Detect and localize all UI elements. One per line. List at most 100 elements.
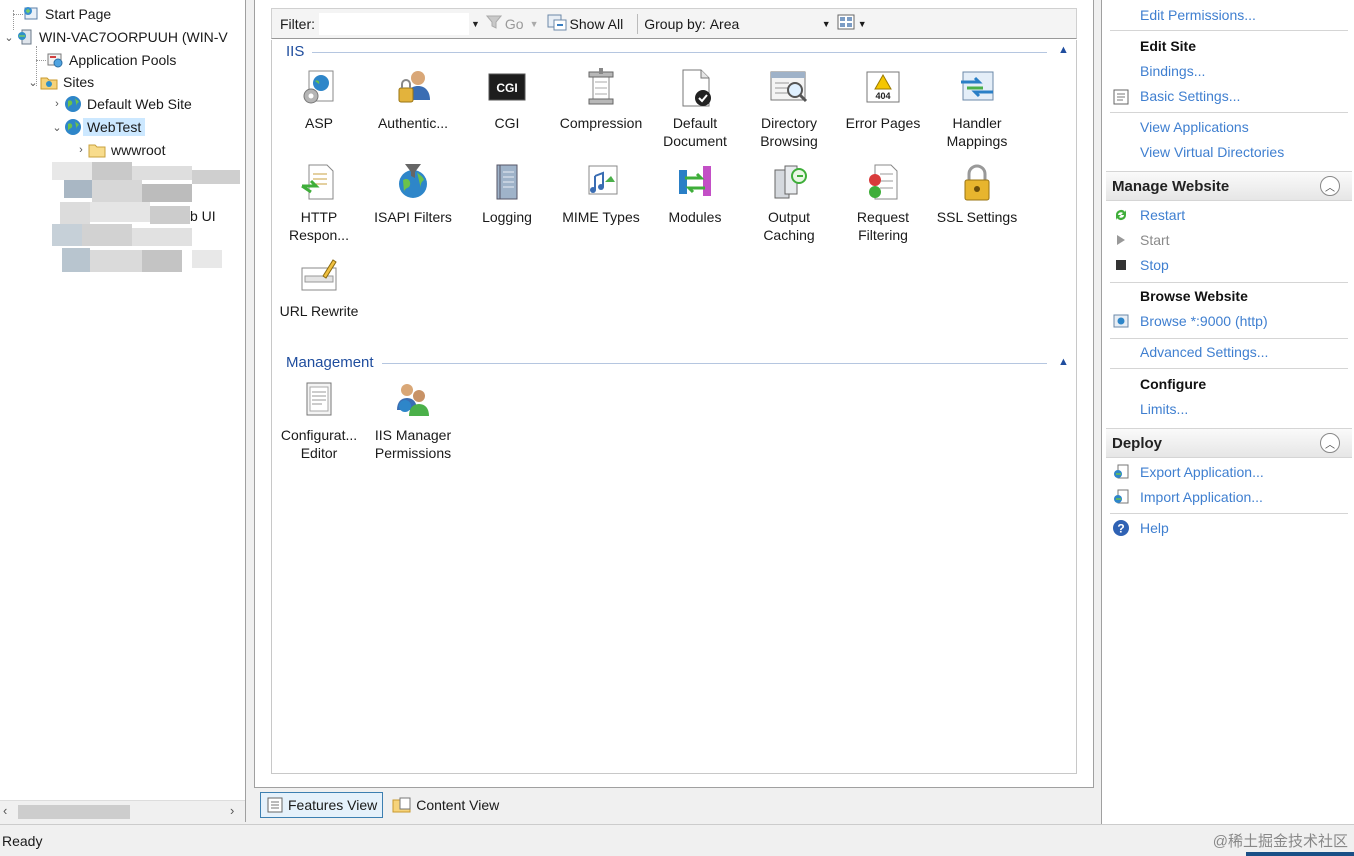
logging-notebook-icon [496,164,518,200]
tree-item-default-site[interactable]: › Default Web Site [50,93,192,115]
features-content: IIS ▲ ASP Authentic... CGI CGI Compressi… [271,40,1077,774]
deploy-header[interactable]: Deploy ︿ [1106,428,1352,458]
feature-mime-types[interactable]: MIME Types [554,162,648,226]
stop-link[interactable]: Stop [1140,257,1169,273]
connections-tree[interactable]: Start Page ⌄ WIN-VAC7OORPUUH (WIN-V Appl… [0,0,246,822]
status-bar: Ready @稀土掘金技术社区 [0,824,1354,856]
feature-cgi[interactable]: CGI CGI [460,68,554,132]
collapse-caret-icon[interactable]: ▲ [1058,356,1069,368]
go-button[interactable]: Go ▼ [485,15,539,32]
bindings-link[interactable]: Bindings... [1140,63,1205,79]
output-caching-icon [774,165,807,199]
isapi-filter-icon [399,164,427,198]
feature-authentication[interactable]: Authentic... [366,68,460,132]
edit-permissions-link[interactable]: Edit Permissions... [1140,7,1256,23]
view-virtual-directories-link[interactable]: View Virtual Directories [1140,144,1284,160]
feature-directory-browsing[interactable]: Directory Browsing [742,68,836,150]
scrollbar-thumb[interactable] [18,805,130,819]
feature-default-document[interactable]: Default Document [648,68,742,150]
tree-item-webtest[interactable]: ⌄ WebTest [50,116,146,138]
collapse-caret-icon[interactable]: ▲ [1058,44,1069,56]
feature-http-response[interactable]: HTTP Respon... [272,162,366,244]
dropdown-arrow-icon: ▼ [529,18,539,29]
svg-text:?: ? [1117,522,1124,536]
feature-request-filtering[interactable]: Request Filtering [836,162,930,244]
show-all-icon [547,13,567,34]
view-applications-link[interactable]: View Applications [1140,119,1249,135]
restart-link[interactable]: Restart [1140,207,1185,223]
taskbar-edge [1246,852,1354,856]
compression-vise-icon [588,68,614,105]
feature-configuration-editor[interactable]: Configurat... Editor [272,380,366,462]
url-rewrite-icon [301,259,337,291]
tree-item-wwwroot[interactable]: › wwwroot [74,139,165,161]
view-mode-button[interactable]: ▼ [837,14,867,33]
folder-sites-icon [40,73,58,91]
export-application-link[interactable]: Export Application... [1140,464,1264,480]
advanced-settings-link[interactable]: Advanced Settings... [1140,344,1268,360]
filter-input[interactable] [319,12,469,35]
handler-mappings-icon [961,71,994,101]
browse-9000-link[interactable]: Browse *:9000 (http) [1140,313,1268,329]
feature-url-rewrite[interactable]: URL Rewrite [272,256,366,320]
features-pane: Filter: ▼ Go ▼ Show All Group by: Area ▼… [254,0,1094,788]
feature-handler-mappings[interactable]: Handler Mappings [930,68,1024,150]
features-view-icon [267,797,283,813]
feature-error-pages[interactable]: 404 Error Pages [836,68,930,132]
globe-icon [64,95,82,113]
chevron-down-icon[interactable]: ⌄ [50,121,64,134]
show-all-button[interactable]: Show All [547,13,623,34]
stop-square-icon [1112,256,1130,274]
svg-text:CGI: CGI [496,81,517,95]
error-page-404-icon: 404 [866,71,900,103]
default-document-icon [682,69,711,107]
features-view-tab[interactable]: Features View [260,792,384,818]
content-view-tab[interactable]: Content View [387,792,504,818]
feature-logging[interactable]: Logging [460,162,554,226]
svg-text:404: 404 [875,91,890,101]
edit-site-heading: Edit Site [1140,38,1197,54]
restart-icon [1112,206,1130,224]
chevron-down-icon[interactable]: ⌄ [2,31,16,44]
collapse-circle-icon[interactable]: ︿ [1320,433,1340,453]
tree-horizontal-scrollbar[interactable]: ‹ › [0,800,245,822]
tree-item-start-page[interactable]: Start Page [8,3,111,25]
http-response-icon [301,164,334,200]
group-header-iis[interactable]: IIS [286,43,304,60]
chevron-down-icon[interactable]: ⌄ [26,76,40,89]
dropdown-arrow-icon: ▼ [821,18,831,29]
group-header-management[interactable]: Management [286,354,374,371]
tree-item-server[interactable]: ⌄ WIN-VAC7OORPUUH (WIN-V [2,26,227,48]
view-switcher: Features View Content View [254,790,504,820]
feature-compression[interactable]: Compression [554,68,648,132]
limits-link[interactable]: Limits... [1140,401,1188,417]
scroll-left-icon[interactable]: ‹ [3,803,7,818]
import-application-link[interactable]: Import Application... [1140,489,1263,505]
status-text: Ready [2,832,43,849]
directory-browsing-icon [770,71,808,103]
dropdown-arrow-icon[interactable]: ▼ [471,19,480,29]
asp-icon [303,70,334,104]
watermark: @稀土掘金技术社区 [1212,833,1348,850]
server-icon [16,28,34,46]
tree-item-app-pools[interactable]: Application Pools [32,49,176,71]
group-by-select[interactable]: Area ▼ [706,16,831,32]
collapse-circle-icon[interactable]: ︿ [1320,176,1340,196]
start-link[interactable]: Start [1140,232,1170,248]
manage-website-header[interactable]: Manage Website ︿ [1106,171,1352,201]
users-icon [397,384,429,416]
feature-modules[interactable]: Modules [648,162,742,226]
user-lock-icon [398,71,430,103]
scroll-right-icon[interactable]: › [230,803,234,818]
help-icon: ? [1112,519,1130,537]
feature-asp[interactable]: ASP [272,68,366,132]
chevron-right-icon[interactable]: › [74,144,88,156]
help-link[interactable]: Help [1140,520,1169,536]
feature-iis-manager-permissions[interactable]: IIS Manager Permissions [366,380,460,462]
chevron-right-icon[interactable]: › [50,98,64,110]
tree-item-sites[interactable]: ⌄ Sites [26,71,94,93]
basic-settings-link[interactable]: Basic Settings... [1140,88,1240,104]
feature-ssl-settings[interactable]: SSL Settings [930,162,1024,226]
feature-output-caching[interactable]: Output Caching [742,162,836,244]
feature-isapi-filters[interactable]: ISAPI Filters [366,162,460,226]
